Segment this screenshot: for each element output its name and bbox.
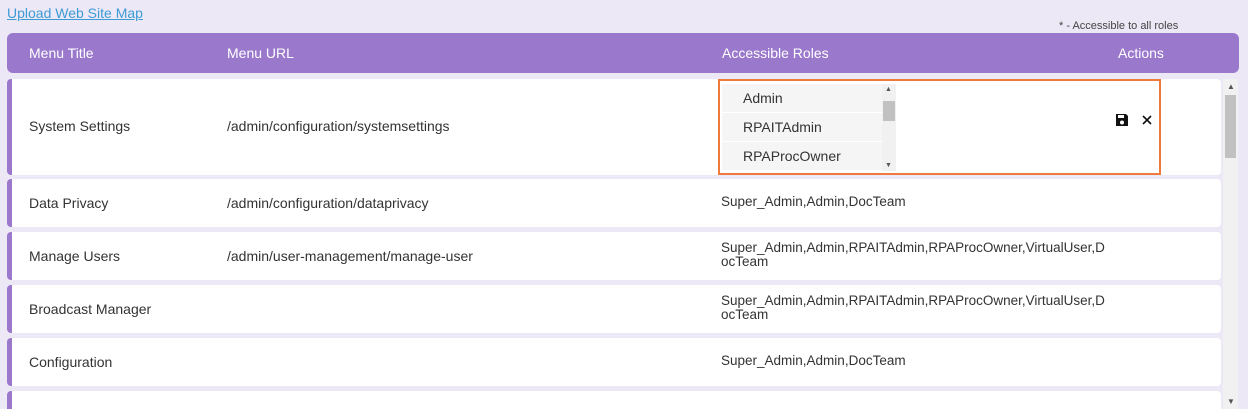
scroll-thumb[interactable] — [883, 101, 895, 121]
table-row-editing: System Settings /admin/configuration/sys… — [7, 79, 1221, 175]
upload-site-map-link[interactable]: Upload Web Site Map — [7, 5, 143, 21]
role-option[interactable]: Admin — [722, 84, 895, 113]
row-roles: Super_Admin,Admin,RPAITAdmin,RPAProcOwne… — [721, 240, 1105, 269]
row-menu-title: Data Privacy — [29, 195, 109, 211]
menu-table-body: System Settings /admin/configuration/sys… — [7, 79, 1221, 409]
close-icon[interactable] — [1140, 113, 1156, 129]
header-actions: Actions — [1118, 45, 1164, 61]
table-row: Configuration Super_Admin,Admin,DocTeam — [7, 338, 1221, 386]
roles-multiselect[interactable]: Admin RPAITAdmin RPAProcOwner ▲ ▼ — [718, 79, 1161, 175]
scroll-down-icon[interactable]: ▼ — [1227, 397, 1235, 406]
table-row — [7, 391, 1221, 409]
row-menu-url: /admin/configuration/systemsettings — [227, 118, 450, 134]
roles-scrollbar[interactable]: ▲ ▼ — [882, 84, 896, 171]
role-option[interactable]: RPAITAdmin — [722, 113, 895, 142]
save-icon[interactable] — [1115, 113, 1131, 129]
table-row: Data Privacy /admin/configuration/datapr… — [7, 179, 1221, 227]
row-menu-url: /admin/configuration/dataprivacy — [227, 195, 429, 211]
row-menu-title: System Settings — [29, 118, 131, 134]
header-menu-title: Menu Title — [29, 45, 94, 61]
scroll-up-icon[interactable]: ▲ — [1227, 82, 1235, 91]
row-roles: Super_Admin,Admin,DocTeam — [721, 353, 906, 368]
row-menu-title: Manage Users — [29, 248, 121, 264]
header-menu-url: Menu URL — [227, 45, 294, 61]
row-menu-url: /admin/user-management/manage-user — [227, 248, 473, 264]
table-header: Menu Title Menu URL Accessible Roles Act… — [7, 33, 1239, 73]
table-row: Manage Users /admin/user-management/mana… — [7, 232, 1221, 280]
table-row: Broadcast Manager Super_Admin,Admin,RPAI… — [7, 285, 1221, 333]
accessibility-note: * - Accessible to all roles — [1059, 20, 1179, 32]
scroll-up-icon[interactable]: ▲ — [885, 86, 892, 93]
scroll-down-icon[interactable]: ▼ — [885, 162, 892, 169]
row-roles: Super_Admin,Admin,RPAITAdmin,RPAProcOwne… — [721, 293, 1105, 322]
page-scrollbar[interactable]: ▲ ▼ — [1223, 79, 1238, 409]
scroll-thumb[interactable] — [1225, 95, 1236, 158]
roles-option-list[interactable]: Admin RPAITAdmin RPAProcOwner ▲ ▼ — [722, 84, 896, 171]
row-menu-title: Broadcast Manager — [29, 301, 152, 317]
row-roles: Super_Admin,Admin,DocTeam — [721, 194, 906, 209]
role-option[interactable]: RPAProcOwner — [722, 142, 895, 171]
row-menu-title: Configuration — [29, 354, 113, 370]
header-accessible-roles: Accessible Roles — [722, 45, 829, 61]
